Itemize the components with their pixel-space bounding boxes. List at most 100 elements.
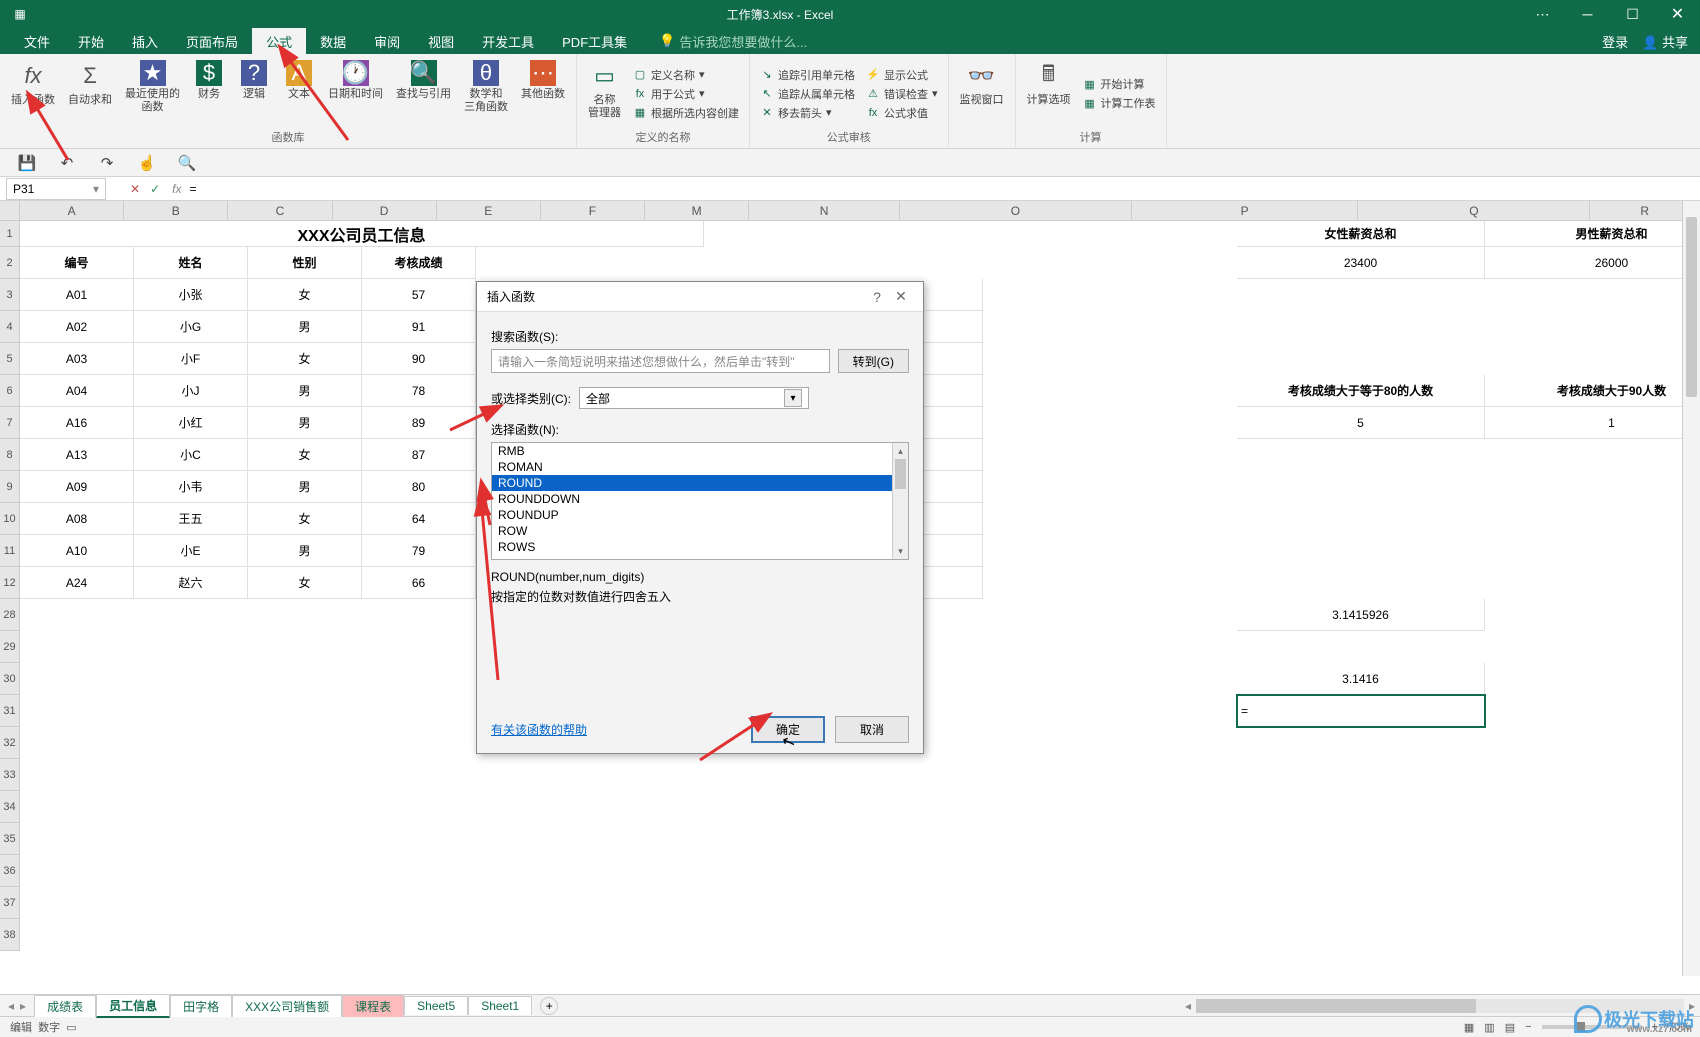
row-header[interactable]: 33 — [0, 759, 19, 791]
header-cell[interactable]: 编号 — [20, 247, 134, 279]
tab-pdf-tools[interactable]: PDF工具集 — [548, 28, 641, 54]
data-cell[interactable]: 男 — [248, 407, 362, 439]
macro-record-icon[interactable]: ▭ — [66, 1021, 76, 1034]
sheet-tab-5[interactable]: Sheet5 — [404, 996, 468, 1015]
insert-function-button[interactable]: fx插入函数 — [6, 58, 60, 129]
row-header[interactable]: 2 — [0, 247, 19, 279]
tab-insert[interactable]: 插入 — [118, 28, 172, 54]
tab-review[interactable]: 审阅 — [360, 28, 414, 54]
scroll-up-icon[interactable]: ▴ — [893, 443, 908, 459]
row-header[interactable]: 3 — [0, 279, 19, 311]
data-cell[interactable]: 79 — [362, 535, 476, 567]
data-cell[interactable]: 女 — [248, 343, 362, 375]
data-cell[interactable]: 1 — [1485, 407, 1700, 439]
data-cell[interactable]: 赵六 — [134, 567, 248, 599]
data-cell[interactable]: 90 — [362, 343, 476, 375]
data-cell[interactable]: 男 — [248, 471, 362, 503]
data-cell[interactable]: 王五 — [134, 503, 248, 535]
data-cell[interactable]: 小红 — [134, 407, 248, 439]
row-header[interactable]: 9 — [0, 471, 19, 503]
listbox-scrollbar[interactable]: ▴▾ — [892, 443, 908, 559]
sheet-nav-first[interactable]: ◂ — [8, 999, 14, 1013]
trace-dependents-button[interactable]: ↖追踪从属单元格 — [760, 86, 855, 102]
data-cell[interactable]: A24 — [20, 567, 134, 599]
data-cell[interactable]: 66 — [362, 567, 476, 599]
evaluate-formula-button[interactable]: fx公式求值 — [866, 105, 938, 121]
row-header[interactable]: 30 — [0, 663, 19, 695]
cancel-button[interactable]: 取消 — [835, 716, 909, 743]
data-cell[interactable]: 女 — [248, 439, 362, 471]
row-header[interactable]: 7 — [0, 407, 19, 439]
category-select[interactable]: 全部▾ — [579, 387, 809, 409]
search-function-input[interactable]: 请输入一条简短说明来描述您想做什么，然后单击"转到" — [491, 349, 830, 373]
row-header[interactable]: 5 — [0, 343, 19, 375]
column-header[interactable]: F — [541, 201, 645, 220]
login-link[interactable]: 登录 — [1602, 32, 1628, 51]
header-cell[interactable]: 男性薪资总和 — [1485, 221, 1700, 247]
tab-formulas[interactable]: 公式 — [252, 28, 306, 54]
header-cell[interactable]: 性别 — [248, 247, 362, 279]
autosum-button[interactable]: Σ自动求和 — [63, 58, 117, 129]
tab-developer[interactable]: 开发工具 — [468, 28, 548, 54]
close-button[interactable]: ✕ — [1655, 0, 1700, 28]
define-name-button[interactable]: ▢定义名称 ▾ — [633, 67, 739, 83]
show-formulas-button[interactable]: ⚡显示公式 — [866, 67, 938, 83]
calculate-now-button[interactable]: ▦开始计算 — [1083, 76, 1156, 92]
tab-file[interactable]: 文件 — [10, 28, 64, 54]
row-header[interactable]: 29 — [0, 631, 19, 663]
tab-data[interactable]: 数据 — [306, 28, 360, 54]
row-header[interactable]: 28 — [0, 599, 19, 631]
data-cell[interactable]: 小G — [134, 311, 248, 343]
view-page-break-button[interactable]: ▤ — [1505, 1021, 1515, 1034]
data-cell[interactable]: 女 — [248, 503, 362, 535]
list-item[interactable]: ROUNDUP — [492, 507, 908, 523]
function-listbox[interactable]: RMB ROMAN ROUND ROUNDDOWN ROUNDUP ROW RO… — [491, 442, 909, 560]
data-cell[interactable]: 78 — [362, 375, 476, 407]
data-cell[interactable]: 23400 — [1237, 247, 1485, 279]
data-cell[interactable]: 64 — [362, 503, 476, 535]
row-header[interactable]: 35 — [0, 823, 19, 855]
dialog-close-button[interactable]: ✕ — [889, 288, 913, 305]
column-header[interactable]: Q — [1358, 201, 1590, 220]
column-header[interactable]: E — [437, 201, 541, 220]
data-cell[interactable]: 3.1415926 — [1237, 599, 1485, 631]
row-header[interactable]: 32 — [0, 727, 19, 759]
data-cell[interactable]: 80 — [362, 471, 476, 503]
tab-view[interactable]: 视图 — [414, 28, 468, 54]
row-header[interactable]: 36 — [0, 855, 19, 887]
data-cell[interactable]: 小F — [134, 343, 248, 375]
data-cell[interactable]: 91 — [362, 311, 476, 343]
vertical-scrollbar[interactable] — [1682, 201, 1700, 976]
data-cell[interactable]: 男 — [248, 311, 362, 343]
data-cell[interactable]: 小张 — [134, 279, 248, 311]
data-cell[interactable]: A08 — [20, 503, 134, 535]
list-item[interactable]: ROMAN — [492, 459, 908, 475]
row-header[interactable]: 34 — [0, 791, 19, 823]
new-sheet-button[interactable]: + — [540, 997, 558, 1015]
formula-bar-input[interactable]: = — [181, 182, 1700, 196]
header-cell[interactable]: 姓名 — [134, 247, 248, 279]
data-cell[interactable]: A09 — [20, 471, 134, 503]
sheet-tab-4[interactable]: 课程表 — [342, 995, 404, 1017]
text-button[interactable]: A文本 — [278, 58, 320, 129]
lookup-button[interactable]: 🔍查找与引用 — [391, 58, 456, 129]
header-cell[interactable]: 考核成绩 — [362, 247, 476, 279]
sheet-tab-2[interactable]: 田字格 — [170, 995, 232, 1017]
column-header[interactable]: O — [900, 201, 1132, 220]
logical-button[interactable]: ?逻辑 — [233, 58, 275, 129]
data-cell[interactable]: A03 — [20, 343, 134, 375]
tab-page-layout[interactable]: 页面布局 — [172, 28, 252, 54]
save-button[interactable]: 💾 — [18, 154, 36, 172]
dialog-help-button[interactable]: ? — [865, 289, 889, 305]
row-header[interactable]: 31 — [0, 695, 19, 727]
share-button[interactable]: 👤 共享 — [1642, 32, 1688, 51]
sheet-tab-6[interactable]: Sheet1 — [468, 996, 532, 1015]
data-cell[interactable]: A01 — [20, 279, 134, 311]
column-header[interactable]: D — [333, 201, 437, 220]
sheet-tab-1[interactable]: 员工信息 — [96, 994, 170, 1018]
trace-precedents-button[interactable]: ↘追踪引用单元格 — [760, 67, 855, 83]
name-box[interactable]: P31▾ — [6, 178, 106, 200]
view-page-layout-button[interactable]: ▥ — [1484, 1021, 1494, 1034]
touch-mode-button[interactable]: ☝ — [138, 154, 156, 172]
sheet-nav-last[interactable]: ▸ — [20, 999, 26, 1013]
